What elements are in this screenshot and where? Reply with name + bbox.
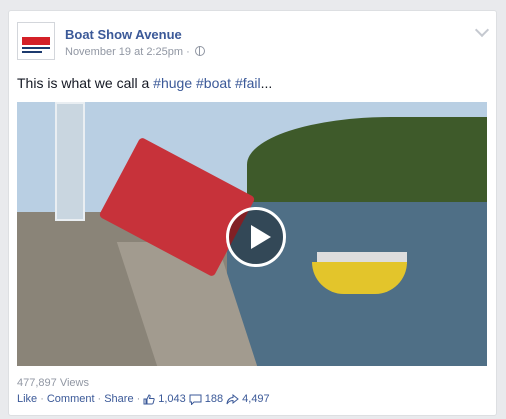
thumbs-up-icon[interactable] xyxy=(143,393,155,405)
post-timestamp[interactable]: November 19 at 2:25pm · xyxy=(65,46,190,58)
logo-underline xyxy=(22,47,50,49)
hashtag-huge[interactable]: #huge xyxy=(153,75,192,91)
boatshow-logo xyxy=(22,37,50,45)
separator: · xyxy=(136,393,141,405)
separator: · xyxy=(97,393,102,405)
like-link[interactable]: Like xyxy=(17,393,37,405)
page-name-link[interactable]: Boat Show Avenue xyxy=(65,27,182,42)
logo-underline-2 xyxy=(22,51,42,53)
share-icon[interactable] xyxy=(226,393,239,405)
play-icon[interactable] xyxy=(226,207,286,267)
hashtag-fail[interactable]: #fail xyxy=(235,75,261,91)
view-count: 477,897 Views xyxy=(17,377,89,389)
post-card: Boat Show Avenue November 19 at 2:25pm ·… xyxy=(8,10,497,416)
video-player[interactable] xyxy=(17,102,487,366)
globe-icon xyxy=(194,46,205,56)
post-text-suffix: ... xyxy=(260,75,273,91)
comment-icon[interactable] xyxy=(189,394,202,405)
post-text-prefix: This is what we call a xyxy=(17,75,154,91)
action-bar: Like · Comment · Share · 1,043 188 4,497 xyxy=(17,393,270,405)
share-count[interactable]: 4,497 xyxy=(242,393,270,405)
post-message: This is what we call a #huge #boat #fail… xyxy=(17,75,272,91)
page-avatar[interactable] xyxy=(17,22,55,60)
separator: · xyxy=(40,393,44,405)
comment-count[interactable]: 188 xyxy=(205,393,223,405)
post-meta: November 19 at 2:25pm · xyxy=(65,46,205,58)
chevron-down-icon[interactable] xyxy=(474,22,490,38)
video-crane xyxy=(55,102,85,221)
comment-link[interactable]: Comment xyxy=(47,393,95,405)
hashtag-boat[interactable]: #boat xyxy=(196,75,231,91)
share-link[interactable]: Share xyxy=(104,393,133,405)
like-count[interactable]: 1,043 xyxy=(158,393,186,405)
